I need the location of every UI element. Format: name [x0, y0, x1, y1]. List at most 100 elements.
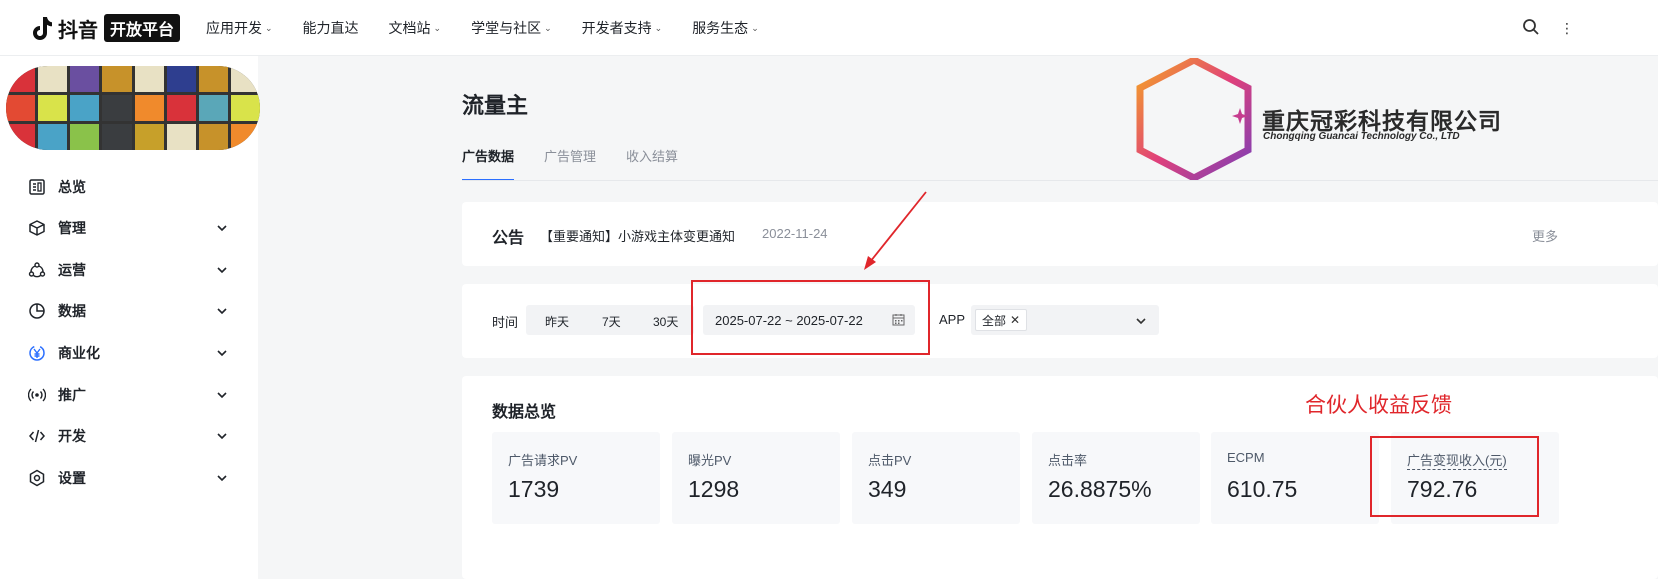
- yen-icon: [29, 345, 45, 361]
- settings-icon: [29, 469, 45, 487]
- cube-icon: [29, 220, 45, 236]
- metric-label: 点击率: [1048, 453, 1088, 468]
- chevron-down-icon: ⌄: [433, 22, 442, 33]
- code-icon: [29, 429, 45, 443]
- sidebar-item-label: 数据: [58, 303, 86, 319]
- douyin-note-icon: [33, 17, 52, 40]
- metric-value: 26.8875%: [1048, 476, 1152, 502]
- sidebar-item-commercial[interactable]: 商业化: [28, 341, 228, 365]
- overview-title: 数据总览: [492, 404, 557, 421]
- pie-chart-icon: [29, 303, 45, 319]
- broadcast-icon: [28, 388, 46, 402]
- app-tag: 全部 ✕: [975, 309, 1028, 331]
- brand-tag: 开放平台: [104, 14, 181, 42]
- range-yesterday-button[interactable]: 昨天: [545, 313, 569, 330]
- sidebar-item-label: 开发: [58, 428, 86, 444]
- sidebar-item-label: 商业化: [58, 345, 100, 361]
- chevron-down-icon: ⌄: [751, 22, 759, 33]
- notice-card: 公告 【重要通知】小游戏主体变更通知 2022-11-24 更多: [462, 202, 1658, 266]
- nav-item-app-dev[interactable]: 应用开发 ⌄: [206, 18, 273, 38]
- time-label: 时间: [492, 315, 519, 330]
- app-select[interactable]: 全部 ✕: [971, 305, 1159, 335]
- metric-label: ECPM: [1227, 450, 1265, 465]
- nav-menu: 应用开发 ⌄ 能力直达 文档站 ⌄ 学堂与社区 ⌄ 开发者支持 ⌄ 服务生态 ⌄: [206, 0, 789, 56]
- chevron-down-icon: [217, 433, 227, 440]
- metric-card: 广告请求PV 1739: [492, 432, 660, 524]
- nav-item-label: 开发者支持: [581, 20, 652, 36]
- more-icon[interactable]: ⋮: [1560, 20, 1574, 37]
- notice-date: 2022-11-24: [762, 226, 828, 241]
- chevron-down-icon: [217, 225, 227, 232]
- chevron-down-icon: [217, 267, 227, 274]
- chevron-down-icon: ⌄: [265, 22, 273, 33]
- notice-label: 公告: [492, 230, 525, 247]
- nav-item-community[interactable]: 学堂与社区 ⌄: [471, 18, 552, 38]
- brand-name: 抖音: [58, 19, 98, 42]
- sidebar-item-label: 总览: [58, 179, 86, 195]
- close-icon[interactable]: ✕: [1010, 313, 1020, 327]
- metric-card: ECPM 610.75: [1211, 432, 1379, 524]
- metric-card: 点击PV 349: [852, 432, 1020, 524]
- chevron-down-icon: [217, 475, 227, 482]
- nav-item-capabilities[interactable]: 能力直达: [303, 18, 359, 38]
- nav-item-ecosystem[interactable]: 服务生态 ⌄: [692, 18, 759, 38]
- annotation-note: 合伙人收益反馈: [1305, 394, 1452, 417]
- metric-label: 广告请求PV: [508, 453, 578, 468]
- metric-value: 1739: [508, 476, 560, 502]
- metric-label: 曝光PV: [688, 453, 732, 468]
- sidebar-item-label: 推广: [58, 387, 86, 403]
- tab-ad-data[interactable]: 广告数据: [462, 146, 515, 181]
- nav-item-label: 应用开发: [206, 20, 262, 36]
- highlight-box-income: [1370, 436, 1539, 517]
- nav-item-dev-support[interactable]: 开发者支持 ⌄: [582, 18, 663, 38]
- nav-item-label: 文档站: [388, 20, 431, 36]
- chevron-down-icon: [1136, 318, 1146, 325]
- sidebar-item-settings[interactable]: 设置: [28, 466, 228, 490]
- sidebar-item-promotion[interactable]: 推广: [28, 383, 228, 407]
- chevron-down-icon: ⌄: [654, 22, 663, 33]
- notice-link[interactable]: 【重要通知】小游戏主体变更通知: [540, 226, 735, 245]
- brand-logo[interactable]: 抖音 开放平台: [30, 14, 181, 42]
- tab-divider: [462, 180, 1658, 181]
- metric-card: 点击率 26.8875%: [1032, 432, 1200, 524]
- sidebar-item-manage[interactable]: 管理: [28, 216, 228, 240]
- sidebar-item-develop[interactable]: 开发: [28, 424, 228, 448]
- sidebar-item-operations[interactable]: 运营: [28, 258, 228, 282]
- sidebar-item-label: 设置: [58, 470, 86, 486]
- nav-item-label: 能力直达: [302, 20, 359, 36]
- sidebar-item-data[interactable]: 数据: [28, 299, 228, 323]
- company-logo: 重庆冠彩科技有限公司 Chongqing Guancai Technology …: [1136, 56, 1506, 182]
- tab-ad-management[interactable]: 广告管理: [544, 146, 596, 181]
- metric-value: 610.75: [1227, 476, 1298, 502]
- notice-more-link[interactable]: 更多: [1532, 226, 1558, 245]
- company-emblem-icon: [1136, 56, 1252, 182]
- range-30d-button[interactable]: 30天: [653, 313, 678, 330]
- tab-income-settlement[interactable]: 收入结算: [626, 146, 678, 181]
- chevron-down-icon: [217, 308, 227, 315]
- app-label: APP: [939, 312, 966, 327]
- page-title: 流量主: [462, 93, 529, 118]
- chevron-down-icon: ⌄: [544, 22, 552, 33]
- sidebar-item-overview[interactable]: 总览: [28, 175, 228, 199]
- tab-bar: 广告数据 广告管理 收入结算: [462, 146, 708, 181]
- app-tag-label: 全部: [982, 313, 1007, 328]
- quick-range-selector: 昨天 7天 30天: [526, 305, 694, 335]
- chevron-down-icon: [217, 350, 227, 357]
- filter-card: 时间 昨天 7天 30天 2025-07-22 ~ 2025-07-22 APP…: [462, 284, 1658, 358]
- sidebar-item-label: 管理: [58, 220, 86, 236]
- nav-item-docs[interactable]: 文档站 ⌄: [389, 18, 442, 38]
- chevron-down-icon: [217, 392, 227, 399]
- operations-icon: [28, 262, 46, 278]
- avatar-mosaic: [6, 66, 260, 150]
- top-navigation: 抖音 开放平台 应用开发 ⌄ 能力直达 文档站 ⌄ 学堂与社区 ⌄ 开发者支持 ⌄ 服务…: [0, 0, 1658, 56]
- metric-value: 1298: [688, 476, 740, 502]
- dashboard-icon: [29, 179, 45, 195]
- company-name-en: Chongqing Guancai Technology Co., LTD: [1263, 131, 1460, 142]
- sidebar-item-label: 运营: [58, 262, 86, 278]
- highlight-box-date: [691, 280, 930, 355]
- metric-value: 349: [868, 476, 907, 502]
- nav-item-label: 学堂与社区: [471, 20, 542, 36]
- search-icon[interactable]: [1522, 18, 1540, 36]
- range-7d-button[interactable]: 7天: [602, 313, 621, 330]
- metric-label: 点击PV: [868, 453, 912, 468]
